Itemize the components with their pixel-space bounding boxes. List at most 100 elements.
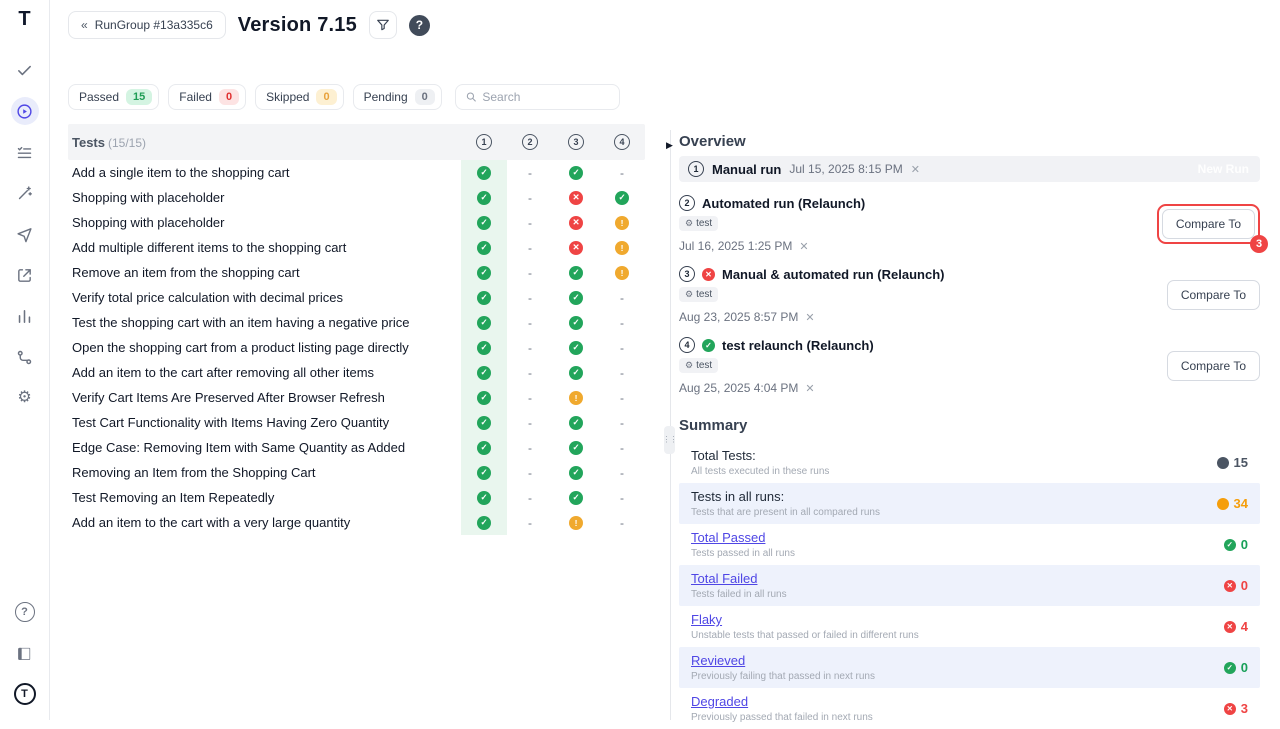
table-row[interactable]: Add multiple different items to the shop… xyxy=(68,235,645,260)
test-name: Add an item to the cart with a very larg… xyxy=(68,510,461,535)
table-row[interactable]: Test Removing an Item Repeatedly✓-✓- xyxy=(68,485,645,510)
panel-divider[interactable]: ▶ ⋮⋮ xyxy=(663,50,679,720)
summary-row: Total Tests:All tests executed in these … xyxy=(679,442,1260,483)
table-row[interactable]: Test Cart Functionality with Items Havin… xyxy=(68,410,645,435)
status-skipped-icon: ! xyxy=(569,391,583,405)
status-cell-run4: - xyxy=(599,335,645,360)
filter-chip-passed[interactable]: Passed 15 xyxy=(68,84,159,110)
summary-link[interactable]: Flaky xyxy=(691,612,919,627)
no-result-dash: - xyxy=(528,216,532,230)
status-passed-icon: ✓ xyxy=(569,291,583,305)
table-row[interactable]: Edge Case: Removing Item with Same Quant… xyxy=(68,435,645,460)
test-name: Add a single item to the shopping cart xyxy=(68,160,461,185)
table-row[interactable]: Shopping with placeholder✓-✕! xyxy=(68,210,645,235)
remove-run-icon[interactable]: ✕ xyxy=(911,163,920,176)
no-result-dash: - xyxy=(620,291,624,305)
double-chevron-left-icon: « xyxy=(81,18,88,32)
no-result-dash: - xyxy=(620,516,624,530)
app-logo[interactable]: T xyxy=(18,8,30,31)
settings-gear-icon[interactable]: ⚙ xyxy=(11,384,39,412)
status-skipped-icon: ! xyxy=(615,266,629,280)
status-passed-icon: ✓ xyxy=(477,491,491,505)
test-name: Shopping with placeholder xyxy=(68,210,461,235)
table-row[interactable]: Shopping with placeholder✓-✕✓ xyxy=(68,185,645,210)
run-info: 3 ✕ Manual & automated run (Relaunch) ⚙ … xyxy=(679,266,1167,324)
overview-title: Overview xyxy=(679,133,1260,150)
table-row[interactable]: Open the shopping cart from a product li… xyxy=(68,335,645,360)
table-row[interactable]: Verify total price calculation with deci… xyxy=(68,285,645,310)
page-help-icon[interactable]: ? xyxy=(409,15,430,36)
chip-label: Passed xyxy=(79,90,119,104)
search-box[interactable] xyxy=(455,84,620,110)
help-icon[interactable]: ? xyxy=(11,598,39,626)
branches-icon[interactable] xyxy=(11,343,39,371)
remove-run-icon[interactable]: ✕ xyxy=(799,240,808,253)
summary-row-text: FlakyUnstable tests that passed or faile… xyxy=(691,612,919,641)
table-row[interactable]: Add a single item to the shopping cart✓-… xyxy=(68,160,645,185)
gear-icon: ⚙ xyxy=(685,360,693,371)
filter-chip-pending[interactable]: Pending 0 xyxy=(353,84,442,110)
checks-icon[interactable] xyxy=(11,56,39,84)
table-row[interactable]: Remove an item from the shopping cart✓-✓… xyxy=(68,260,645,285)
summary-row-text: Tests in all runs: Tests that are present… xyxy=(691,489,880,518)
summary-description: Tests that are present in all compared r… xyxy=(691,507,880,518)
search-icon xyxy=(466,91,477,103)
search-input[interactable] xyxy=(482,90,608,104)
run-row-4: 4 ✓ test relaunch (Relaunch) ⚙ test Aug … xyxy=(679,337,1260,395)
run-date: Jul 16, 2025 1:25 PM xyxy=(679,239,792,253)
resize-handle[interactable]: ⋮⋮ xyxy=(664,426,675,454)
status-cell-run1: ✓ xyxy=(461,510,507,535)
test-name: Shopping with placeholder xyxy=(68,185,461,210)
chip-label: Pending xyxy=(364,90,408,104)
new-run-button[interactable]: New Run xyxy=(1198,162,1251,176)
summary-link[interactable]: Total Failed xyxy=(691,571,787,586)
pin-icon[interactable] xyxy=(11,220,39,248)
report-list-icon[interactable] xyxy=(11,138,39,166)
summary-link[interactable]: Total Passed xyxy=(691,530,795,545)
runs-icon[interactable] xyxy=(11,97,39,125)
analytics-wand-icon[interactable] xyxy=(11,179,39,207)
export-icon[interactable] xyxy=(11,261,39,289)
table-row[interactable]: Test the shopping cart with an item havi… xyxy=(68,310,645,335)
table-row[interactable]: Add an item to the cart after removing a… xyxy=(68,360,645,385)
summary-link[interactable]: Revieved xyxy=(691,653,875,668)
gear-icon: ⚙ xyxy=(685,218,693,229)
status-cell-run1: ✓ xyxy=(461,260,507,285)
table-row[interactable]: Removing an Item from the Shopping Cart✓… xyxy=(68,460,645,485)
status-cell-run4: - xyxy=(599,310,645,335)
compare-to-button[interactable]: Compare To xyxy=(1162,209,1255,239)
no-result-dash: - xyxy=(620,416,624,430)
summary-value: ✓0 xyxy=(1224,537,1248,552)
workspace-logo-icon[interactable]: T xyxy=(11,680,39,708)
status-passed-icon: ✓ xyxy=(477,416,491,430)
metrics-icon[interactable] xyxy=(11,302,39,330)
filter-chip-skipped[interactable]: Skipped 0 xyxy=(255,84,344,110)
docs-icon[interactable] xyxy=(11,639,39,667)
filter-chip-failed[interactable]: Failed 0 xyxy=(168,84,246,110)
tests-count: (15/15) xyxy=(108,136,146,150)
status-passed-icon: ✓ xyxy=(477,466,491,480)
back-button-label: RunGroup #13a335c6 xyxy=(95,18,213,32)
remove-run-icon[interactable]: ✕ xyxy=(805,311,814,324)
collapse-panel-icon[interactable]: ▶ xyxy=(666,140,673,151)
summary-list: Total Tests:All tests executed in these … xyxy=(679,442,1260,729)
status-cell-run1: ✓ xyxy=(461,485,507,510)
compare-to-button[interactable]: Compare To xyxy=(1167,351,1260,381)
status-cell-run2: - xyxy=(507,310,553,335)
summary-link[interactable]: Degraded xyxy=(691,694,873,709)
summary-label: Tests in all runs: xyxy=(691,489,880,504)
summary-count: 34 xyxy=(1234,496,1248,511)
summary-row-text: DegradedPreviously passed that failed in… xyxy=(691,694,873,723)
status-cell-run3: ✓ xyxy=(553,310,599,335)
filter-button[interactable] xyxy=(369,11,397,39)
back-to-rungroup-button[interactable]: « RunGroup #13a335c6 xyxy=(68,11,226,39)
remove-run-icon[interactable]: ✕ xyxy=(805,382,814,395)
status-skipped-icon: ! xyxy=(615,241,629,255)
status-cell-run2: - xyxy=(507,235,553,260)
table-row[interactable]: Verify Cart Items Are Preserved After Br… xyxy=(68,385,645,410)
compare-to-button[interactable]: Compare To xyxy=(1167,280,1260,310)
check-icon: ✓ xyxy=(1224,539,1236,551)
table-row[interactable]: Add an item to the cart with a very larg… xyxy=(68,510,645,535)
annotation-step-badge: 3 xyxy=(1250,235,1268,253)
status-passed-icon: ✓ xyxy=(477,241,491,255)
